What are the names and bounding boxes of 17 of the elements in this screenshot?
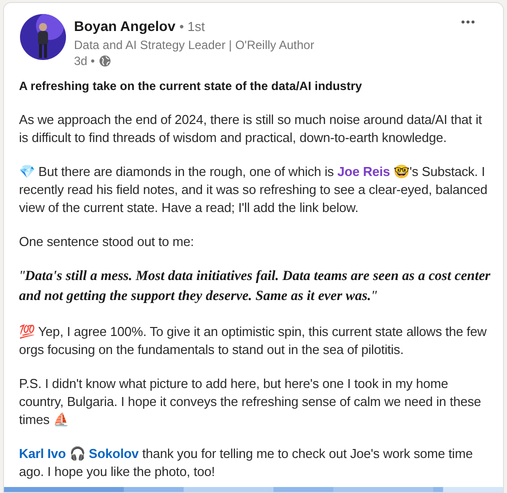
author-headline: Data and AI Strategy Leader | O'Reilly Author [74,36,314,52]
mention-link[interactable]: Karl Ivo 🎧 Sokolov [19,446,139,460]
post-paragraph: 💯 Yep, I agree 100%. To give it an optimistic spin, this current state allows the few orgs focusing on the fundamentals to stand out in the sea of pilotitis. [19,322,488,358]
author-name[interactable]: Boyan Angelov [74,17,176,35]
post-paragraph: P.S. I didn't know what picture to add here, but here's one I took in my home country, Bulgaria. I hope it conveys the refreshing sense of calm we need in these times ⛵ [19,374,482,428]
quote-text: "Data's still a mess. Most data initiatives fail. Data teams are seen as a cost center and not getting the support they deserve. Same as it ever was." [19,268,491,306]
post-title: A refreshing take on the current state of the data/AI industry [19,78,363,94]
post-paragraph: Karl Ivo 🎧 Sokolov thank you for telling me to check out Joe's work some time ago. I hope you like the photo, too! [19,444,474,480]
post-paragraph: As we approach the end of 2024, there is still so much noise around data/AI that it is difficult to find threads of wisdom and practical, down-to-earth knowledge. [19,110,483,146]
post-paragraph: One sentence stood out to me: [19,232,195,250]
globe-icon [98,54,111,66]
connection-degree: • 1st [179,18,205,36]
post-paragraph: 💎 But there are diamonds in the rough, one of which is Joe Reis 🤓's Substack. I recently read his field notes, and it was so refreshing to see a clear-eyed, balanced view of the current state. Have a read; I'll add the link below. [19,162,488,216]
avatar[interactable] [20,14,66,60]
more-options-icon[interactable] [461,20,475,24]
mention-link[interactable]: Joe Reis [337,164,390,178]
post-time: 3d • [74,52,95,68]
